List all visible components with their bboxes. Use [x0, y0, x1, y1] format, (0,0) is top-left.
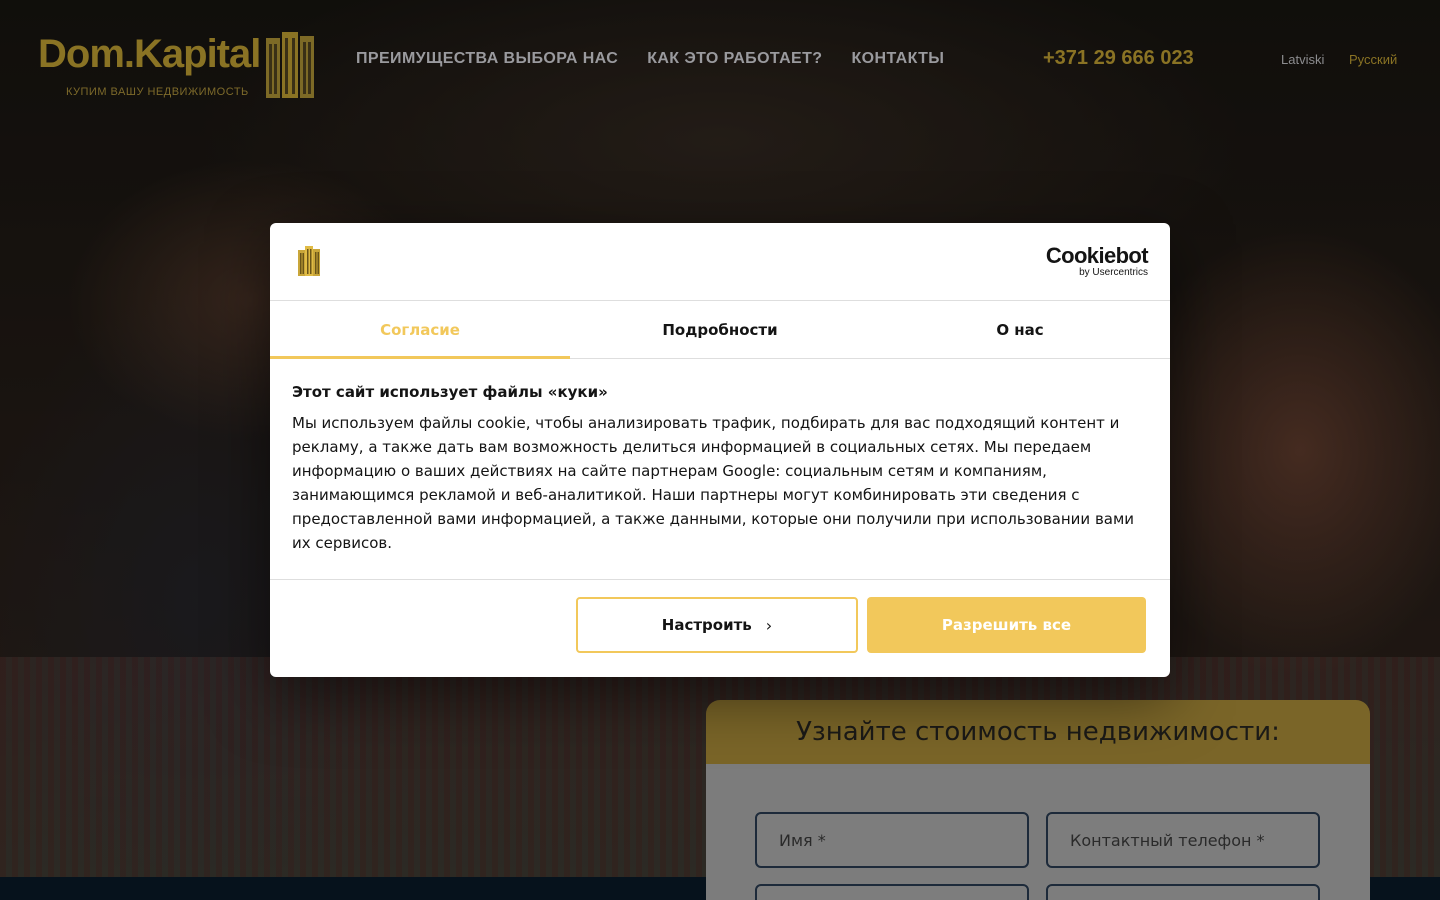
lang-russian[interactable]: Русский [1349, 52, 1397, 67]
site-header: Dom.Kapital КУПИМ ВАШУ НЕДВИЖИМОСТЬ ПРЕИ… [0, 0, 1440, 120]
dialog-header: Cookiebot by Usercentrics [270, 223, 1170, 301]
valuation-form: Узнайте стоимость недвижимости: Имя * Ко… [706, 700, 1370, 900]
form-title: Узнайте стоимость недвижимости: [796, 717, 1280, 747]
form-field-3[interactable] [755, 884, 1029, 900]
dialog-content: Этот сайт использует файлы «куки» Мы исп… [270, 359, 1170, 580]
customize-button[interactable]: Настроить › [576, 597, 858, 653]
nav-advantages[interactable]: ПРЕИМУЩЕСТВА ВЫБОРА НАС [356, 50, 618, 68]
tab-consent[interactable]: Согласие [270, 301, 570, 359]
phone-input[interactable]: Контактный телефон * [1046, 812, 1320, 868]
dialog-title: Этот сайт использует файлы «куки» [292, 383, 608, 401]
cookiebot-logo[interactable]: Cookiebot by Usercentrics [1045, 243, 1149, 279]
lang-latvian[interactable]: Latviski [1281, 52, 1324, 67]
cookie-consent-dialog: Cookiebot by Usercentrics Согласие Подро… [270, 223, 1170, 677]
building-icon [298, 246, 320, 276]
logo-tagline: КУПИМ ВАШУ НЕДВИЖИМОСТЬ [66, 86, 249, 98]
dialog-tabs: Согласие Подробности О нас [270, 301, 1170, 359]
dialog-footer: Настроить › Разрешить все [270, 580, 1170, 676]
cookiebot-by: by Usercentrics [1079, 267, 1148, 278]
chevron-right-icon: › [765, 615, 773, 635]
phone-link[interactable]: +371 29 666 023 [1043, 47, 1194, 70]
main-nav: ПРЕИМУЩЕСТВА ВЫБОРА НАС КАК ЭТО РАБОТАЕТ… [356, 50, 944, 68]
nav-how-it-works[interactable]: КАК ЭТО РАБОТАЕТ? [647, 50, 822, 68]
form-header: Узнайте стоимость недвижимости: [706, 700, 1370, 764]
nav-contacts[interactable]: КОНТАКТЫ [851, 50, 944, 68]
dialog-body-text: Мы используем файлы cookie, чтобы анализ… [292, 414, 1135, 552]
logo-text: Dom.Kapital [38, 32, 261, 76]
cookiebot-name: Cookiebot [1045, 243, 1149, 268]
tab-about[interactable]: О нас [870, 301, 1170, 358]
form-body: Имя * Контактный телефон * [706, 764, 1370, 900]
tab-details[interactable]: Подробности [570, 301, 870, 358]
form-field-4[interactable] [1046, 884, 1320, 900]
allow-all-button[interactable]: Разрешить все [867, 597, 1146, 653]
name-input[interactable]: Имя * [755, 812, 1029, 868]
building-icon [266, 32, 314, 98]
site-logo[interactable]: Dom.Kapital КУПИМ ВАШУ НЕДВИЖИМОСТЬ [38, 32, 318, 102]
customize-label: Настроить [661, 616, 752, 634]
